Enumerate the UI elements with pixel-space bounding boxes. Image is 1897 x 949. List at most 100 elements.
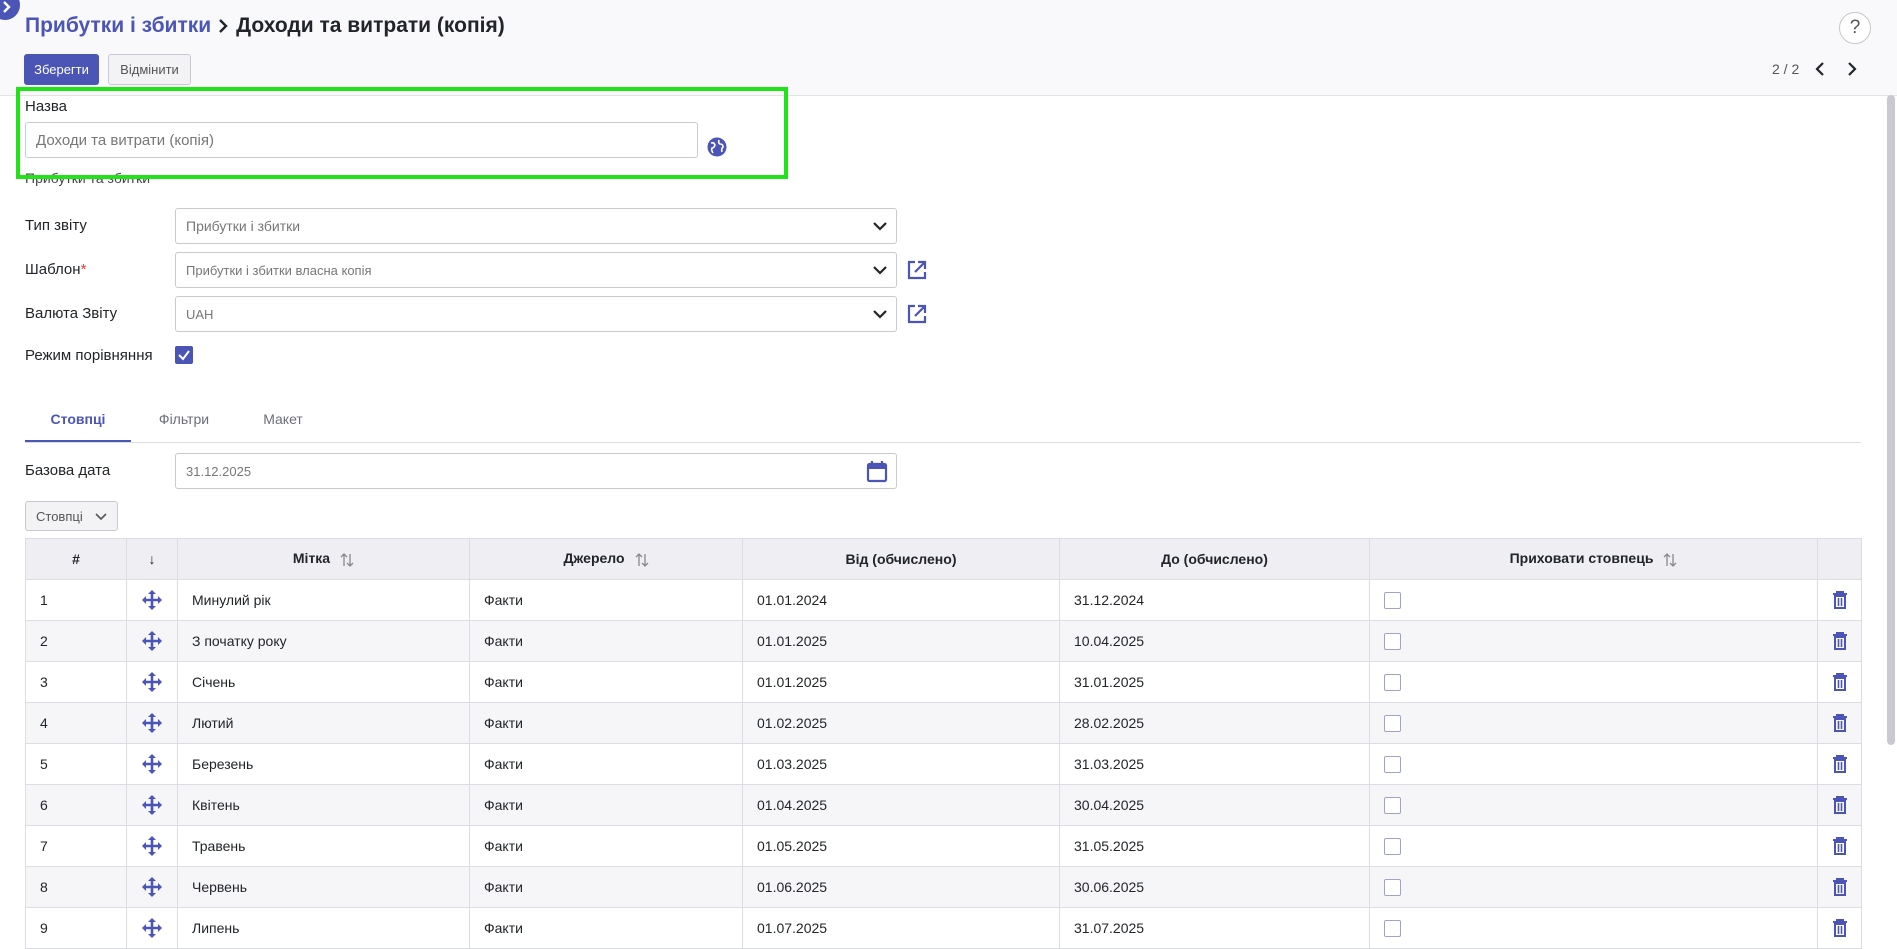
row-hide-checkbox[interactable] — [1384, 919, 1401, 937]
row-hide-checkbox[interactable] — [1384, 755, 1401, 773]
row-source[interactable]: Факти — [469, 907, 743, 949]
breadcrumb-parent-link[interactable]: Прибутки і збитки — [25, 14, 211, 38]
cancel-button[interactable]: Відмінити — [108, 54, 191, 85]
trash-icon[interactable] — [1831, 590, 1849, 610]
help-button[interactable]: ? — [1839, 12, 1871, 44]
trash-icon[interactable] — [1831, 672, 1849, 692]
columns-dropdown[interactable]: Стовпці — [25, 501, 118, 531]
row-label[interactable]: З початку року — [177, 620, 470, 662]
tab-layout[interactable]: Макет — [253, 400, 313, 442]
currency-select[interactable]: UAH — [175, 296, 897, 332]
trash-icon[interactable] — [1831, 713, 1849, 733]
header-order[interactable]: ↓ — [126, 538, 178, 580]
trash-icon[interactable] — [1831, 877, 1849, 897]
row-label[interactable]: Березень — [177, 743, 470, 785]
table-row[interactable]: 3 Січень Факти 01.01.2025 31.01.2025 — [25, 661, 1862, 703]
base-date-input[interactable]: 31.12.2025 — [175, 453, 897, 489]
sort-icon[interactable] — [1663, 552, 1677, 568]
table-row[interactable]: 6 Квітень Факти 01.04.2025 30.04.2025 — [25, 784, 1862, 826]
row-hide-checkbox[interactable] — [1384, 591, 1401, 609]
row-hide-checkbox[interactable] — [1384, 673, 1401, 691]
header-source[interactable]: Джерело — [469, 538, 743, 580]
move-icon[interactable] — [141, 589, 163, 611]
table-row[interactable]: 8 Червень Факти 01.06.2025 30.06.2025 — [25, 866, 1862, 908]
row-label[interactable]: Квітень — [177, 784, 470, 826]
move-icon[interactable] — [141, 835, 163, 857]
name-input[interactable] — [25, 122, 698, 158]
save-button[interactable]: Зберегти — [24, 54, 99, 85]
columns-table: # ↓ Мітка Джерело Від (обчислено) До (об… — [25, 538, 1862, 949]
move-icon[interactable] — [141, 794, 163, 816]
row-move-handle[interactable] — [126, 620, 178, 662]
compare-mode-checkbox[interactable] — [175, 346, 193, 364]
sort-icon[interactable] — [340, 552, 354, 568]
row-hide-checkbox[interactable] — [1384, 796, 1401, 814]
move-icon[interactable] — [141, 671, 163, 693]
external-link-icon[interactable] — [906, 303, 928, 329]
move-icon[interactable] — [141, 917, 163, 939]
row-delete-cell — [1817, 784, 1862, 826]
row-label[interactable]: Червень — [177, 866, 470, 908]
row-source[interactable]: Факти — [469, 579, 743, 621]
row-move-handle[interactable] — [126, 825, 178, 867]
row-label[interactable]: Травень — [177, 825, 470, 867]
report-type-select[interactable]: Прибутки і збитки — [175, 208, 897, 244]
row-source[interactable]: Факти — [469, 743, 743, 785]
scrollbar[interactable] — [1887, 95, 1895, 745]
row-delete-cell — [1817, 825, 1862, 867]
pager-next-icon[interactable] — [1843, 59, 1861, 79]
row-hide-column-cell — [1369, 579, 1818, 621]
move-icon[interactable] — [141, 712, 163, 734]
table-row[interactable]: 7 Травень Факти 01.05.2025 31.05.2025 — [25, 825, 1862, 867]
table-row[interactable]: 2 З початку року Факти 01.01.2025 10.04.2025 — [25, 620, 1862, 662]
name-sublabel: Прибутки та збитки — [25, 170, 151, 186]
row-from: 01.01.2024 — [742, 579, 1060, 621]
tab-filters[interactable]: Фільтри — [149, 400, 219, 442]
table-row[interactable]: 5 Березень Факти 01.03.2025 31.03.2025 — [25, 743, 1862, 785]
tab-columns[interactable]: Стовпці — [25, 400, 131, 442]
row-label[interactable]: Січень — [177, 661, 470, 703]
move-icon[interactable] — [141, 876, 163, 898]
header-label[interactable]: Мітка — [177, 538, 470, 580]
row-label[interactable]: Минулий рік — [177, 579, 470, 621]
row-move-handle[interactable] — [126, 743, 178, 785]
row-move-handle[interactable] — [126, 661, 178, 703]
report-type-label: Тип звіту — [25, 217, 87, 234]
row-move-handle[interactable] — [126, 702, 178, 744]
row-delete-cell — [1817, 702, 1862, 744]
calendar-icon[interactable] — [866, 460, 888, 488]
row-label[interactable]: Лютий — [177, 702, 470, 744]
trash-icon[interactable] — [1831, 795, 1849, 815]
trash-icon[interactable] — [1831, 836, 1849, 856]
external-link-icon[interactable] — [906, 259, 928, 285]
row-label[interactable]: Липень — [177, 907, 470, 949]
row-move-handle[interactable] — [126, 579, 178, 621]
trash-icon[interactable] — [1831, 631, 1849, 651]
globe-icon[interactable] — [706, 136, 728, 162]
move-icon[interactable] — [141, 753, 163, 775]
template-select[interactable]: Прибутки і збитки власна копія — [175, 252, 897, 288]
row-move-handle[interactable] — [126, 907, 178, 949]
sort-icon[interactable] — [635, 552, 649, 568]
trash-icon[interactable] — [1831, 918, 1849, 938]
row-hide-checkbox[interactable] — [1384, 632, 1401, 650]
row-source[interactable]: Факти — [469, 661, 743, 703]
move-icon[interactable] — [141, 630, 163, 652]
row-hide-checkbox[interactable] — [1384, 837, 1401, 855]
table-row[interactable]: 1 Минулий рік Факти 01.01.2024 31.12.2024 — [25, 579, 1862, 621]
row-source[interactable]: Факти — [469, 784, 743, 826]
row-move-handle[interactable] — [126, 784, 178, 826]
trash-icon[interactable] — [1831, 754, 1849, 774]
row-source[interactable]: Факти — [469, 702, 743, 744]
row-source[interactable]: Факти — [469, 620, 743, 662]
row-source[interactable]: Факти — [469, 825, 743, 867]
table-row[interactable]: 4 Лютий Факти 01.02.2025 28.02.2025 — [25, 702, 1862, 744]
header-hide-column[interactable]: Приховати стовпець — [1369, 538, 1818, 580]
row-move-handle[interactable] — [126, 866, 178, 908]
row-hide-checkbox[interactable] — [1384, 878, 1401, 896]
row-source[interactable]: Факти — [469, 866, 743, 908]
pager-prev-icon[interactable] — [1812, 59, 1830, 79]
header-label-text: Мітка — [292, 550, 331, 567]
row-hide-checkbox[interactable] — [1384, 714, 1401, 732]
table-row[interactable]: 9 Липень Факти 01.07.2025 31.07.2025 — [25, 907, 1862, 949]
